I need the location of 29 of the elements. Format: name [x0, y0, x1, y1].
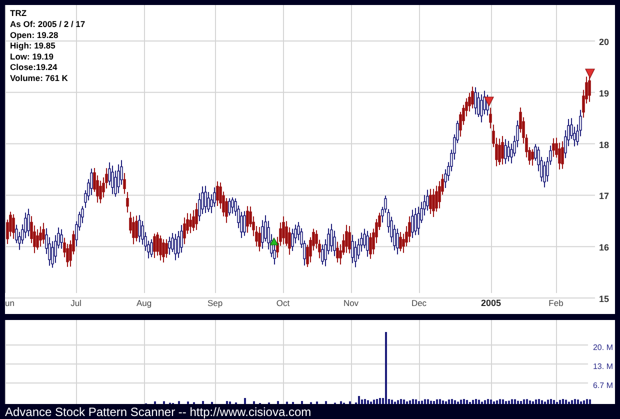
price-axis-label: 18	[598, 140, 609, 150]
volume-axis-label: 13. M	[592, 362, 613, 371]
down-triangle-icon	[585, 68, 595, 79]
quote-info-line: Open: 19.28	[10, 30, 58, 40]
quote-info-line: Close:19.24	[10, 62, 58, 72]
price-axis-label: 17	[598, 191, 609, 202]
quote-info-line: High: 19.85	[10, 40, 56, 51]
down-triangle-icon	[484, 96, 494, 107]
volume-axis-label: 20. M	[592, 343, 613, 352]
time-axis-label: Nov	[343, 298, 359, 308]
price-axis-label: 15	[598, 294, 609, 304]
time-axis-label: Dec	[411, 298, 427, 308]
time-axis-label: Sep	[207, 298, 223, 308]
time-axis-label: Aug	[136, 298, 152, 308]
quote-info-line: Low: 19.19	[10, 51, 54, 62]
volume-axis-label: 6.7 M	[592, 381, 613, 390]
quote-info-line: As Of: 2005 / 2 / 17	[10, 19, 86, 29]
time-axis-label: Feb	[548, 298, 564, 308]
price-axis-label: 19	[598, 88, 609, 98]
footer-text: Advance Stock Pattern Scanner -- http://www.cisiova.com	[5, 405, 312, 419]
price-axis-label: 20	[598, 37, 609, 47]
ticker-symbol: TRZ	[10, 8, 27, 18]
quote-info-line: Volume: 761 K	[10, 73, 68, 83]
time-axis-label: Oct	[276, 298, 290, 308]
time-axis-label: un	[5, 298, 14, 308]
up-triangle-icon	[269, 237, 279, 246]
price-axis-label: 16	[598, 242, 609, 253]
time-axis-label: Jul	[70, 298, 82, 308]
time-axis-label: 2005	[480, 298, 502, 308]
